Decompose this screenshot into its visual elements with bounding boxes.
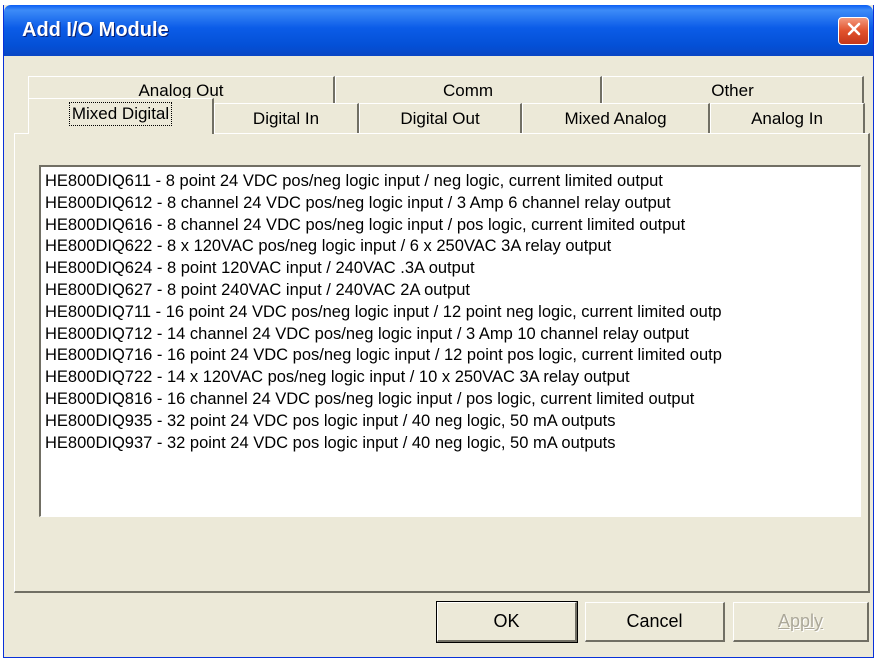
title-bar[interactable]: Add I/O Module	[4, 5, 873, 56]
tab-label: Mixed Analog	[564, 109, 667, 128]
list-item[interactable]: HE800DIQ937 - 32 point 24 VDC pos logic …	[45, 433, 860, 455]
tab-digital-in[interactable]: Digital In	[214, 103, 359, 133]
list-item[interactable]: HE800DIQ711 - 16 point 24 VDC pos/neg lo…	[45, 302, 860, 324]
tab-mixed-digital[interactable]: Mixed Digital	[28, 98, 214, 134]
list-item[interactable]: HE800DIQ816 - 16 channel 24 VDC pos/neg …	[45, 389, 860, 411]
list-item[interactable]: HE800DIQ611 - 8 point 24 VDC pos/neg log…	[45, 171, 860, 193]
apply-button[interactable]: Apply	[733, 602, 869, 642]
list-item[interactable]: HE800DIQ716 - 16 point 24 VDC pos/neg lo…	[45, 345, 860, 367]
window-title: Add I/O Module	[22, 19, 169, 41]
tab-digital-out[interactable]: Digital Out	[359, 103, 522, 133]
cancel-label: Cancel	[626, 611, 683, 631]
list-item[interactable]: HE800DIQ612 - 8 channel 24 VDC pos/neg l…	[45, 193, 860, 215]
tab-analog-in[interactable]: Analog In	[710, 103, 865, 133]
tab-label: Other	[711, 81, 754, 100]
list-item[interactable]: HE800DIQ712 - 14 channel 24 VDC pos/neg …	[45, 324, 860, 346]
cancel-button[interactable]: Cancel	[585, 602, 725, 642]
close-icon	[846, 21, 862, 42]
module-listbox[interactable]: HE800DIQ611 - 8 point 24 VDC pos/neg log…	[39, 165, 861, 517]
tab-panel: HE800DIQ611 - 8 point 24 VDC pos/neg log…	[14, 133, 870, 593]
list-item[interactable]: HE800DIQ627 - 8 point 240VAC input / 240…	[45, 280, 860, 302]
add-io-module-dialog: Add I/O Module Analog Out Comm Other Mix…	[3, 5, 874, 658]
list-item[interactable]: HE800DIQ935 - 32 point 24 VDC pos logic …	[45, 411, 860, 433]
tab-label: Mixed Digital	[68, 102, 173, 126]
tab-label: Comm	[442, 81, 494, 100]
apply-label: Apply	[777, 611, 824, 631]
tab-label: Digital In	[252, 109, 320, 128]
list-item[interactable]: HE800DIQ624 - 8 point 120VAC input / 240…	[45, 258, 860, 280]
tab-comm[interactable]: Comm	[335, 76, 602, 104]
ok-button[interactable]: OK	[436, 601, 578, 643]
ok-label: OK	[493, 611, 520, 631]
list-item[interactable]: HE800DIQ722 - 14 x 120VAC pos/neg logic …	[45, 367, 860, 389]
list-item[interactable]: HE800DIQ622 - 8 x 120VAC pos/neg logic i…	[45, 236, 860, 258]
close-button[interactable]	[838, 17, 869, 45]
tab-other[interactable]: Other	[602, 76, 864, 104]
list-item[interactable]: HE800DIQ616 - 8 channel 24 VDC pos/neg l…	[45, 215, 860, 237]
tab-label: Analog In	[751, 109, 823, 128]
tab-mixed-analog[interactable]: Mixed Analog	[522, 103, 710, 133]
tab-label: Digital Out	[400, 109, 480, 128]
